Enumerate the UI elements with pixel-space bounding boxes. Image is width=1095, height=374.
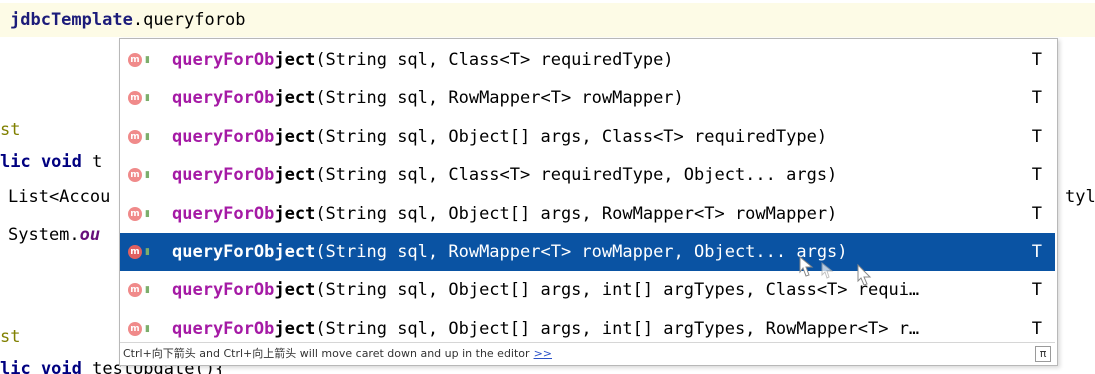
matched-text: queryForOb — [172, 165, 275, 186]
editor-stage: jdbcTemplate.queryforob st lic void t Li… — [0, 0, 1095, 374]
method-name: queryForObject — [172, 50, 315, 70]
completion-item[interactable]: m ▮ queryForObject(String sql, Object[] ar… — [120, 195, 1055, 233]
method-signature: queryForObject(String sql, Object[] args… — [172, 118, 827, 156]
method-icon: m — [128, 129, 142, 144]
method-name-rest: ject — [274, 318, 316, 339]
public-visibility-icon: ▮ — [145, 55, 150, 65]
return-type: T — [1031, 242, 1042, 262]
completion-item[interactable]: m ▮ queryForObject(String sql, Class<T> re… — [120, 41, 1055, 79]
return-type: T — [1031, 88, 1042, 109]
completion-footer: Ctrl+向下箭头 and Ctrl+向上箭头 will move caret … — [120, 342, 1055, 365]
method-name: queryForObject — [172, 319, 315, 339]
method-signature: queryForObject(String sql, RowMapper<T> … — [172, 79, 684, 117]
method-name-rest: ject — [274, 50, 316, 70]
footer-more-link[interactable]: >> — [534, 347, 552, 360]
method-icon: m — [128, 168, 142, 183]
matched-text: queryForOb — [172, 203, 275, 224]
method-params: (String sql, Object[] args, RowMapper<T>… — [315, 203, 838, 224]
public-visibility-icon: ▮ — [145, 208, 150, 219]
method-name: queryForObject — [172, 280, 315, 300]
typed-text: queryforob — [143, 10, 246, 30]
method-name-rest: ject — [274, 88, 316, 109]
matched-text: queryForOb — [172, 126, 275, 147]
matched-text: queryForOb — [172, 88, 275, 109]
public-visibility-icon: ▮ — [145, 323, 150, 334]
public-visibility-icon: ▮ — [145, 93, 150, 104]
public-visibility-icon: ▮ — [145, 131, 150, 142]
object-identifier: jdbcTemplate — [10, 10, 133, 30]
method-name: queryForObject — [172, 165, 315, 185]
method-params: (String sql, Object[] args, Class<T> req… — [315, 126, 828, 147]
completion-item[interactable]: m ▮ queryForObject(String sql, Class<T> re… — [120, 156, 1055, 194]
completion-item[interactable]: m ▮ queryForObject(String sql, Object[] ar… — [120, 118, 1055, 156]
footer-hint: Ctrl+向下箭头 and Ctrl+向上箭头 will move caret … — [123, 347, 552, 360]
matched-text: queryForOb — [172, 50, 275, 70]
method-params: (String sql, Class<T> requiredType, Obje… — [315, 165, 838, 186]
method-name: queryForObject — [172, 127, 315, 147]
completion-item[interactable]: m ▮ queryForObject(String sql, RowMapper<T… — [120, 79, 1055, 117]
return-type: T — [1031, 50, 1042, 70]
matched-text: queryForOb — [172, 280, 275, 301]
pi-icon[interactable]: π — [1035, 346, 1051, 362]
public-visibility-icon: ▮ — [145, 170, 150, 181]
method-params: (String sql, Class<T> requiredType) — [315, 50, 674, 70]
method-name-rest: ject — [274, 242, 316, 262]
method-name-rest: ject — [274, 280, 316, 301]
completion-item[interactable]: m ▮ queryForObject(String sql, RowMapper<T… — [120, 233, 1055, 271]
method-icon: m — [128, 91, 142, 106]
return-type: T — [1031, 203, 1042, 224]
method-icon: m — [128, 283, 142, 298]
public-visibility-icon: ▮ — [145, 247, 150, 257]
method-name-rest: ject — [274, 126, 316, 147]
method-signature: queryForObject(String sql, Class<T> requ… — [172, 156, 837, 194]
method-name-rest: ject — [274, 165, 316, 186]
method-name-rest: ject — [274, 203, 316, 224]
completion-item[interactable]: m ▮ queryForObject(String sql, Object[] ar… — [120, 271, 1055, 309]
method-icon: m — [128, 321, 142, 336]
mouse-cursor-icon — [799, 255, 872, 285]
method-signature: queryForObject(String sql, Object[] args… — [172, 195, 837, 233]
method-icon: m — [128, 206, 142, 221]
method-name: queryForObject — [172, 242, 315, 262]
method-signature: queryForObject(String sql, RowMapper<T> … — [172, 233, 848, 271]
matched-text: queryForOb — [172, 242, 275, 262]
dot-operator: . — [132, 10, 144, 30]
public-visibility-icon: ▮ — [145, 285, 150, 296]
return-type: T — [1031, 165, 1042, 186]
current-code-line[interactable]: jdbcTemplate.queryforob — [0, 3, 1095, 37]
method-icon: m — [128, 53, 142, 67]
method-params: (String sql, Object[] args, int[] argTyp… — [315, 318, 920, 339]
method-params: (String sql, RowMapper<T> rowMapper) — [315, 88, 684, 109]
method-icon: m — [128, 245, 142, 259]
method-name: queryForObject — [172, 88, 315, 108]
return-type: T — [1031, 126, 1042, 147]
method-params: (String sql, RowMapper<T> rowMapper, Obj… — [315, 242, 848, 262]
method-signature: queryForObject(String sql, Class<T> requ… — [172, 41, 674, 79]
return-type: T — [1031, 280, 1042, 301]
code-completion-popup[interactable]: m ▮ queryForObject(String sql, Class<T> re… — [119, 38, 1058, 366]
matched-text: queryForOb — [172, 318, 275, 339]
method-name: queryForObject — [172, 204, 315, 224]
